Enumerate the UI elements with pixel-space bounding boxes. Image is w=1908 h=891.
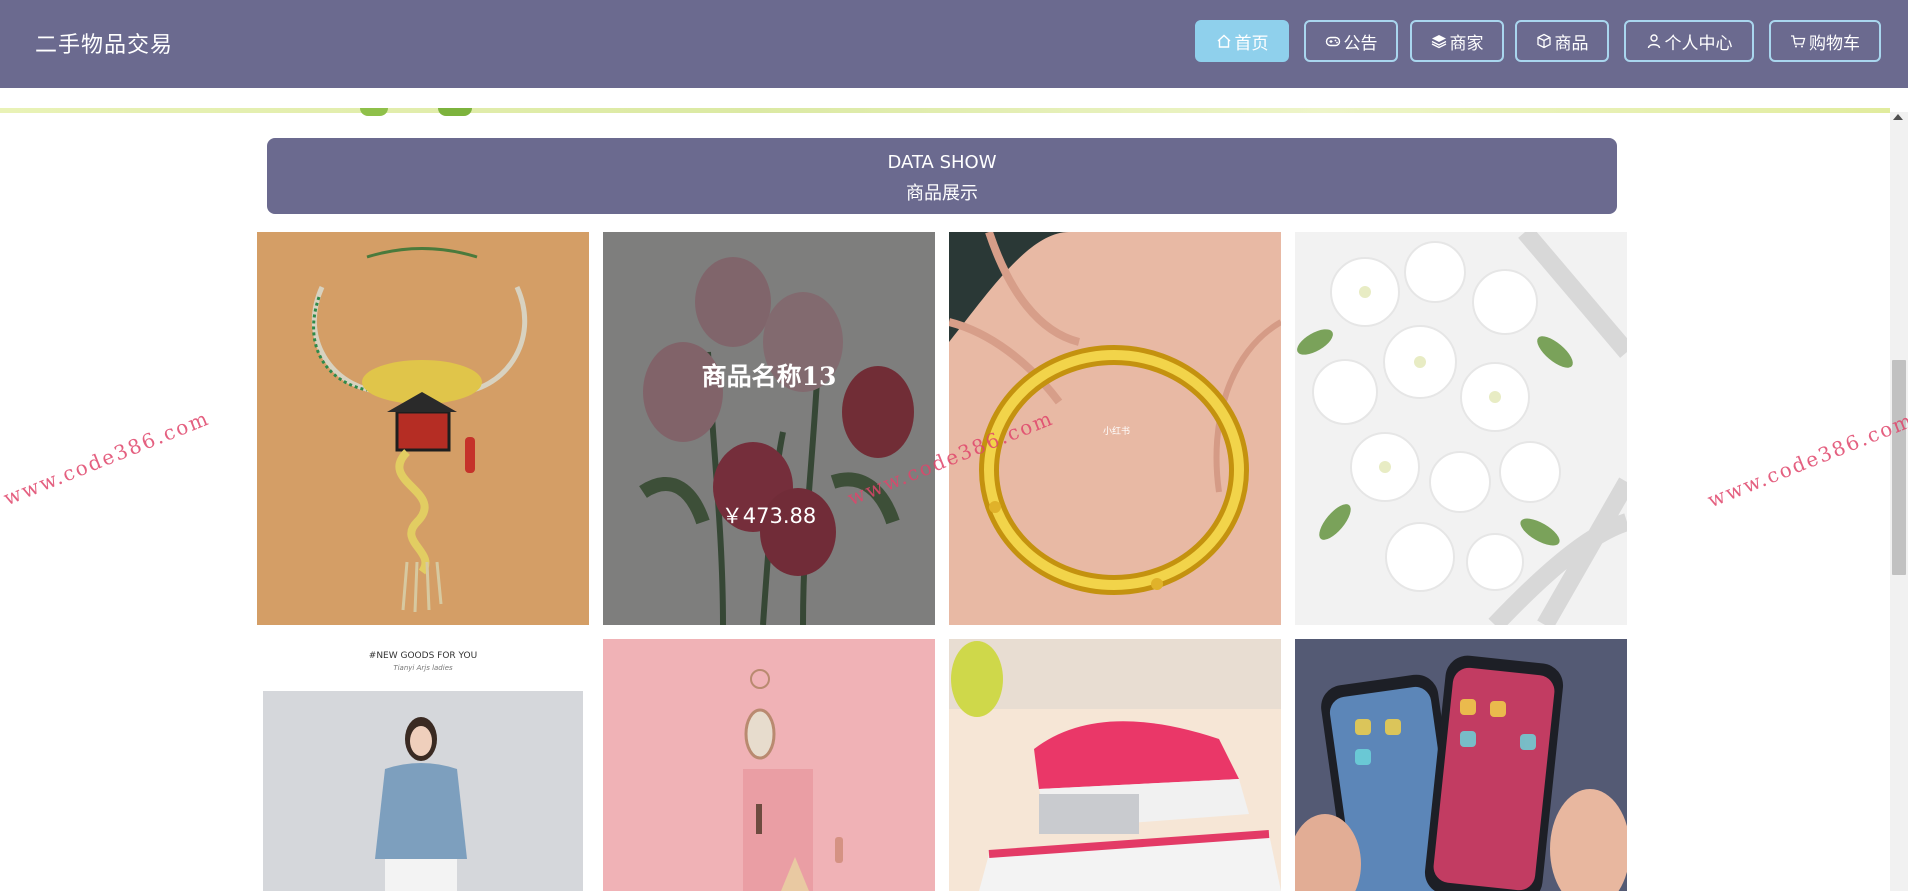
nav-cart-label: 购物车	[1809, 33, 1860, 54]
clothing-banner-text: #NEW GOODS FOR YOU	[368, 651, 478, 661]
nav-merchant-label: 商家	[1449, 33, 1484, 54]
home-icon	[1217, 34, 1230, 48]
nav-notice-label: 公告	[1343, 33, 1378, 54]
nav-goods-label: 商品	[1554, 33, 1589, 54]
iphones-image	[1295, 639, 1627, 891]
clothing-banner-subtext: Tianyi Arjs ladies	[393, 664, 453, 672]
section-title-en: DATA SHOW	[887, 152, 997, 173]
main-nav: 首页 公告 商家 商品 个人中心 购物车	[0, 20, 1908, 66]
section-title-cn: 商品展示	[906, 183, 978, 204]
necklace-image	[257, 232, 589, 625]
pink-mirror-image	[603, 639, 935, 891]
product-card-mirror[interactable]	[603, 639, 935, 891]
image-tiny-label: 小红书	[1103, 427, 1131, 437]
section-header: DATA SHOW 商品展示	[267, 138, 1617, 214]
scroll-up-arrow-icon[interactable]	[1893, 114, 1903, 120]
woman-clothing-image	[257, 639, 589, 891]
user-icon	[1647, 34, 1660, 49]
nav-goods-button[interactable]: 商品	[1515, 20, 1609, 62]
product-price: ￥473.88	[721, 504, 817, 528]
nav-profile-button[interactable]: 个人中心	[1624, 20, 1754, 62]
stapler-image	[949, 639, 1281, 891]
product-hover-overlay: 商品名称13 ￥473.88	[603, 232, 935, 625]
white-flowers-image	[1295, 232, 1627, 625]
box-icon	[1536, 33, 1551, 49]
nav-profile-label: 个人中心	[1664, 33, 1733, 54]
gamepad-icon	[1325, 36, 1340, 47]
watermark: www.code386.com	[0, 405, 213, 511]
watermark: www.code386.com	[1704, 407, 1908, 513]
nav-cart-button[interactable]: 购物车	[1769, 20, 1881, 62]
product-card-stapler[interactable]	[949, 639, 1281, 891]
product-card-clothing[interactable]: #NEW GOODS FOR YOU Tianyi Arjs ladies	[257, 639, 589, 891]
product-card-necklace[interactable]	[257, 232, 589, 625]
product-card-roses[interactable]: 商品名称13 ￥473.88	[603, 232, 935, 625]
scrollbar-thumb[interactable]	[1892, 360, 1906, 575]
banner-decoration	[0, 108, 1890, 113]
layers-icon	[1431, 35, 1446, 49]
nav-home-button[interactable]: 首页	[1195, 20, 1289, 62]
product-card-iphones[interactable]	[1295, 639, 1627, 891]
top-navbar: 二手物品交易 首页 公告 商家 商品 个人中心 购物车	[0, 0, 1908, 88]
nav-merchant-button[interactable]: 商家	[1410, 20, 1504, 62]
leaf-decoration	[360, 108, 388, 116]
nav-home-label: 首页	[1234, 33, 1269, 54]
product-card-flowers[interactable]	[1295, 232, 1627, 625]
cart-icon	[1791, 35, 1806, 48]
product-name: 商品名称13	[701, 362, 837, 391]
leaf-decoration	[438, 108, 472, 116]
nav-notice-button[interactable]: 公告	[1304, 20, 1398, 62]
